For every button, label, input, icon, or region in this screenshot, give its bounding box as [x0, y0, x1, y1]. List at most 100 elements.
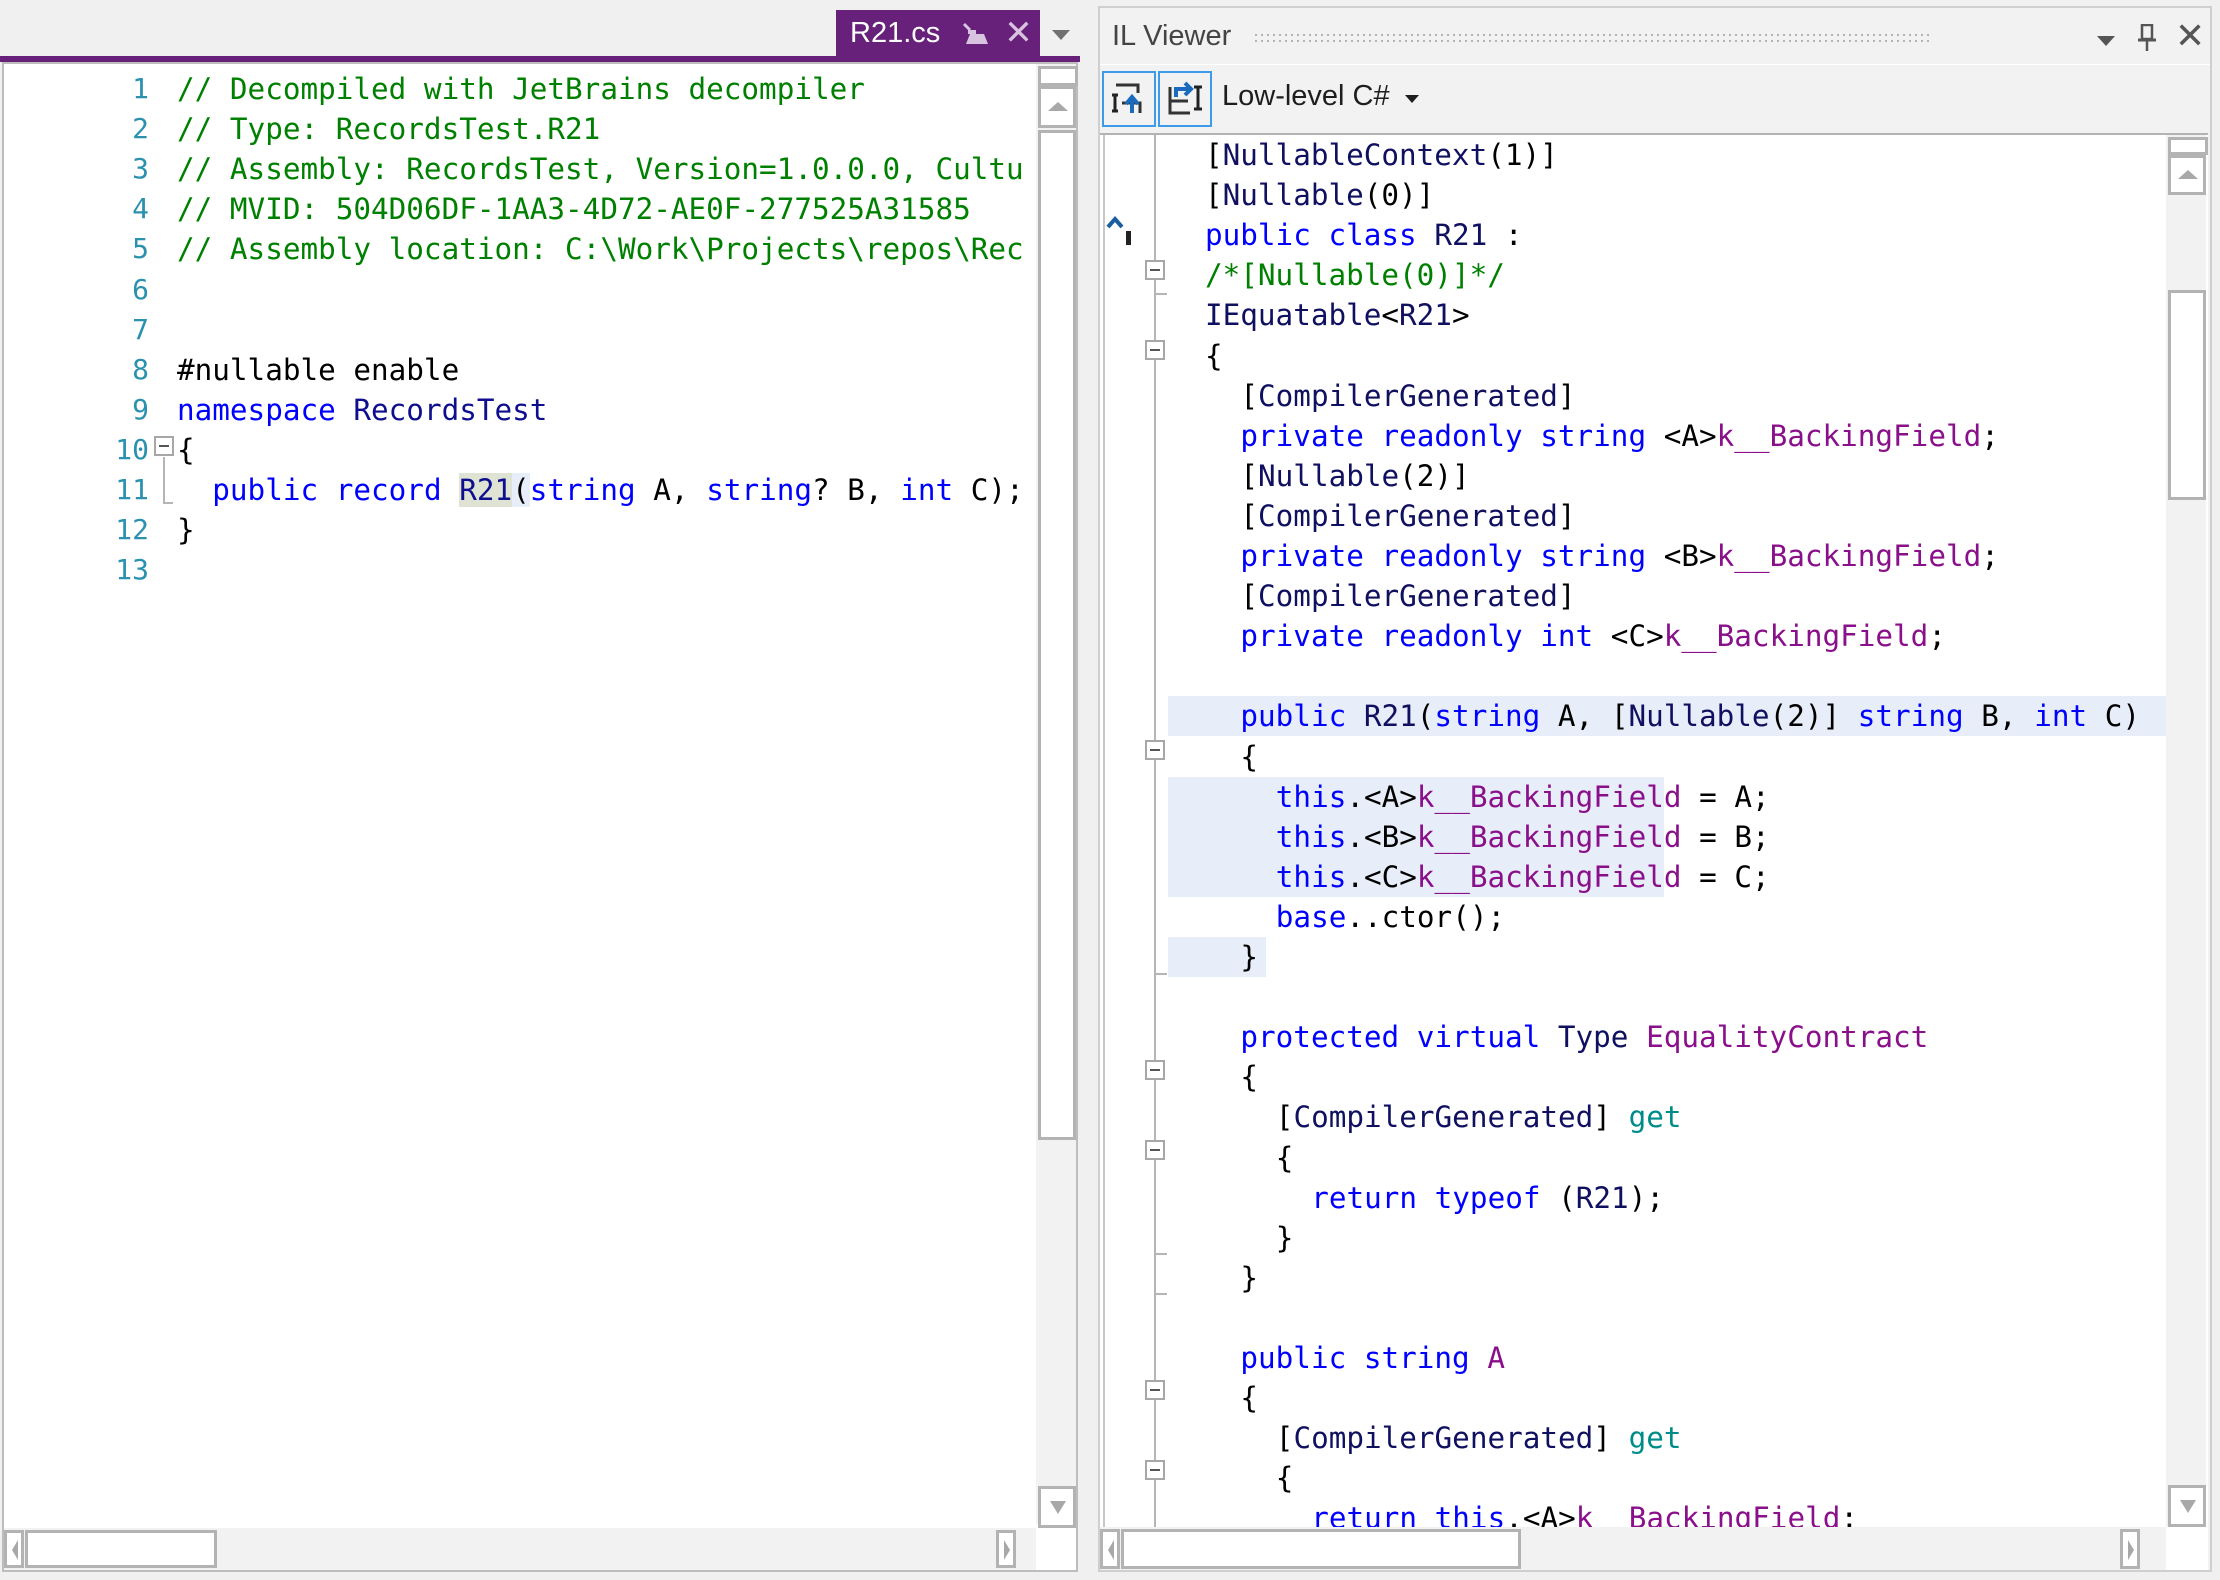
fold-toggle-class-header[interactable]	[1145, 260, 1165, 280]
horizontal-scroll-thumb[interactable]	[25, 1530, 217, 1568]
code-token: {	[1240, 739, 1259, 774]
code-token: namespace	[177, 392, 354, 427]
code-token: [	[1205, 138, 1223, 172]
scroll-up-button[interactable]	[1038, 86, 1076, 128]
line-number: 4	[132, 192, 149, 226]
navigate-up-icon[interactable]	[1104, 215, 1144, 256]
scroll-right-button[interactable]	[2120, 1529, 2140, 1569]
code-token: string	[1540, 418, 1647, 453]
code-token: (1)]	[1487, 138, 1558, 172]
code-token: = A;	[1681, 779, 1770, 814]
code-token: this	[1275, 819, 1347, 854]
code-line: // Decompiled with JetBrains decompiler	[177, 69, 865, 109]
code-token: typeof	[1434, 1180, 1541, 1215]
code-token: }	[1275, 1220, 1294, 1255]
code-token: <A>	[1646, 418, 1717, 453]
line-number: 5	[132, 232, 149, 266]
code-token: }	[177, 513, 195, 548]
panel-drag-grip[interactable]	[1253, 32, 1933, 44]
pin-tab-icon[interactable]	[962, 21, 990, 45]
il-code-line: this.<A>k__BackingField = A;	[1276, 777, 1770, 817]
code-token: virtual	[1416, 1020, 1558, 1055]
code-line: namespace RecordsTest	[177, 390, 547, 430]
pin-icon[interactable]	[2137, 23, 2157, 52]
code-token: string	[529, 473, 636, 507]
splitter-handle[interactable]	[2168, 137, 2208, 155]
il-code-line: public string A	[1240, 1338, 1505, 1378]
code-token: readonly	[1381, 619, 1541, 654]
code-token: }	[1240, 940, 1259, 974]
code-token: (	[1540, 1180, 1576, 1215]
fold-toggle-equality-contract[interactable]	[1145, 1060, 1165, 1080]
line-number: 11	[115, 473, 149, 506]
code-token: int	[1540, 619, 1594, 654]
code-token: (2)]	[1769, 699, 1858, 734]
scroll-left-button[interactable]	[1100, 1529, 1120, 1569]
fold-toggle-constructor[interactable]	[1145, 740, 1165, 760]
code-token: .<B>	[1346, 819, 1417, 854]
code-token: >	[1451, 298, 1470, 333]
vertical-scroll-thumb[interactable]	[1038, 130, 1076, 1140]
code-token: #nullable enable	[177, 352, 460, 387]
code-token: get	[1628, 1100, 1682, 1135]
code-token: Nullable	[1628, 699, 1770, 734]
fold-toggle-namespace[interactable]	[154, 436, 174, 456]
code-token: [	[1240, 498, 1259, 533]
document-tab-r21-cs[interactable]: R21.cs ✕	[836, 10, 1040, 56]
sync-to-il-button[interactable]	[1102, 71, 1156, 127]
il-code-line: [Nullable(2)]	[1240, 456, 1469, 496]
code-token: [	[1205, 178, 1223, 213]
il-code-line: }	[1240, 937, 1258, 977]
code-line: public record R21(string A, string? B, i…	[177, 470, 1024, 510]
code-line: // MVID: 504D06DF-1AA3-4D72-AE0F-277525A…	[177, 189, 971, 229]
code-token: base	[1275, 899, 1347, 934]
horizontal-scroll-thumb[interactable]	[1121, 1529, 1521, 1569]
fold-toggle-class-body[interactable]	[1145, 340, 1165, 360]
il-code-view[interactable]: [NullableContext(1)] [Nullable(0)] public …	[1100, 133, 2208, 1570]
scroll-down-button[interactable]	[1038, 1486, 1076, 1528]
code-token: private	[1240, 619, 1382, 654]
fold-guide-end	[1155, 293, 1167, 295]
line-number: 9	[132, 392, 149, 426]
code-token: k__BackingField	[1416, 779, 1682, 814]
decompile-mode-dropdown[interactable]: Low-level C#	[1222, 80, 1390, 113]
fold-guide-end	[1155, 1293, 1167, 1295]
code-token: {	[177, 432, 195, 467]
code-editor[interactable]: 1 // Decompiled with JetBrains decompiler…	[2, 62, 1078, 1572]
vertical-scroll-thumb[interactable]	[2168, 290, 2206, 500]
splitter-handle[interactable]	[1038, 66, 1078, 86]
scroll-right-button[interactable]	[996, 1530, 1016, 1568]
code-token: // Assembly location: C:\Work\Projects\r…	[177, 232, 1024, 267]
scroll-left-button[interactable]	[4, 1530, 24, 1568]
fold-toggle-getter[interactable]	[1145, 1140, 1165, 1160]
fold-guide	[163, 457, 165, 503]
code-token: class	[1328, 218, 1435, 253]
tab-overflow-dropdown-icon[interactable]	[1052, 30, 1070, 40]
line-number: 7	[132, 312, 149, 346]
code-token: // MVID: 504D06DF-1AA3-4D72-AE0F-277525A…	[177, 192, 971, 227]
code-line: #nullable enable	[177, 350, 459, 390]
close-panel-icon[interactable]: ✕	[2175, 18, 2205, 54]
code-token: readonly	[1381, 539, 1541, 573]
scroll-up-button[interactable]	[2168, 155, 2206, 195]
scroll-down-button[interactable]	[2168, 1485, 2206, 1527]
code-token: R21	[1363, 699, 1417, 734]
il-code-line: [CompilerGenerated] get	[1276, 1097, 1682, 1137]
code-token: k__BackingField	[1663, 619, 1929, 654]
code-token: /*[Nullable(0)]*/	[1205, 258, 1505, 293]
fold-toggle-getter-a[interactable]	[1145, 1460, 1165, 1480]
il-code-line: this.<B>k__BackingField = B;	[1276, 817, 1770, 857]
code-token: RecordsTest	[353, 392, 548, 427]
code-token: CompilerGenerated	[1258, 498, 1558, 533]
code-token: A,	[635, 473, 707, 507]
code-token: [	[1240, 579, 1259, 614]
panel-menu-dropdown-icon[interactable]	[2097, 36, 2115, 46]
code-token: {	[1205, 338, 1223, 373]
chevron-down-icon[interactable]	[1405, 95, 1419, 103]
code-token: k__BackingField	[1416, 859, 1682, 894]
code-token: {	[1275, 1140, 1294, 1175]
close-tab-icon[interactable]: ✕	[1004, 16, 1033, 50]
fold-toggle-property-a[interactable]	[1145, 1380, 1165, 1400]
sync-from-il-button[interactable]	[1158, 71, 1212, 127]
